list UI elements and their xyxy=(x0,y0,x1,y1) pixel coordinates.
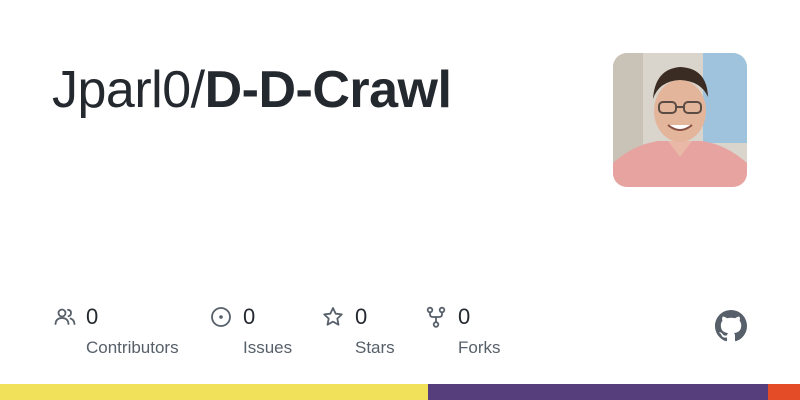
people-icon xyxy=(54,306,76,328)
stars-label: Stars xyxy=(355,338,395,357)
forks-label: Forks xyxy=(458,338,501,357)
issues-label: Issues xyxy=(243,338,293,357)
language-bar xyxy=(0,384,800,400)
avatar-image xyxy=(613,53,747,187)
forks-count: 0 xyxy=(458,304,471,329)
avatar[interactable] xyxy=(613,53,747,187)
repo-owner[interactable]: Jparl0 xyxy=(52,61,191,119)
issues-count: 0 xyxy=(243,304,256,329)
language-bar-segment xyxy=(428,384,768,400)
repo-forked-icon xyxy=(425,306,447,328)
issue-opened-icon xyxy=(210,306,232,328)
contributors-label: Contributors xyxy=(86,338,179,357)
star-icon xyxy=(322,306,344,328)
repo-name[interactable]: D-D-Crawl xyxy=(205,61,452,119)
language-bar-segment xyxy=(768,384,800,400)
repo-title: Jparl0/D-D-Crawl xyxy=(52,60,452,120)
repo-separator: / xyxy=(190,61,205,119)
github-mark-icon[interactable] xyxy=(715,310,747,342)
contributors-count: 0 xyxy=(86,304,99,329)
language-bar-segment xyxy=(0,384,428,400)
stars-count: 0 xyxy=(355,304,368,329)
